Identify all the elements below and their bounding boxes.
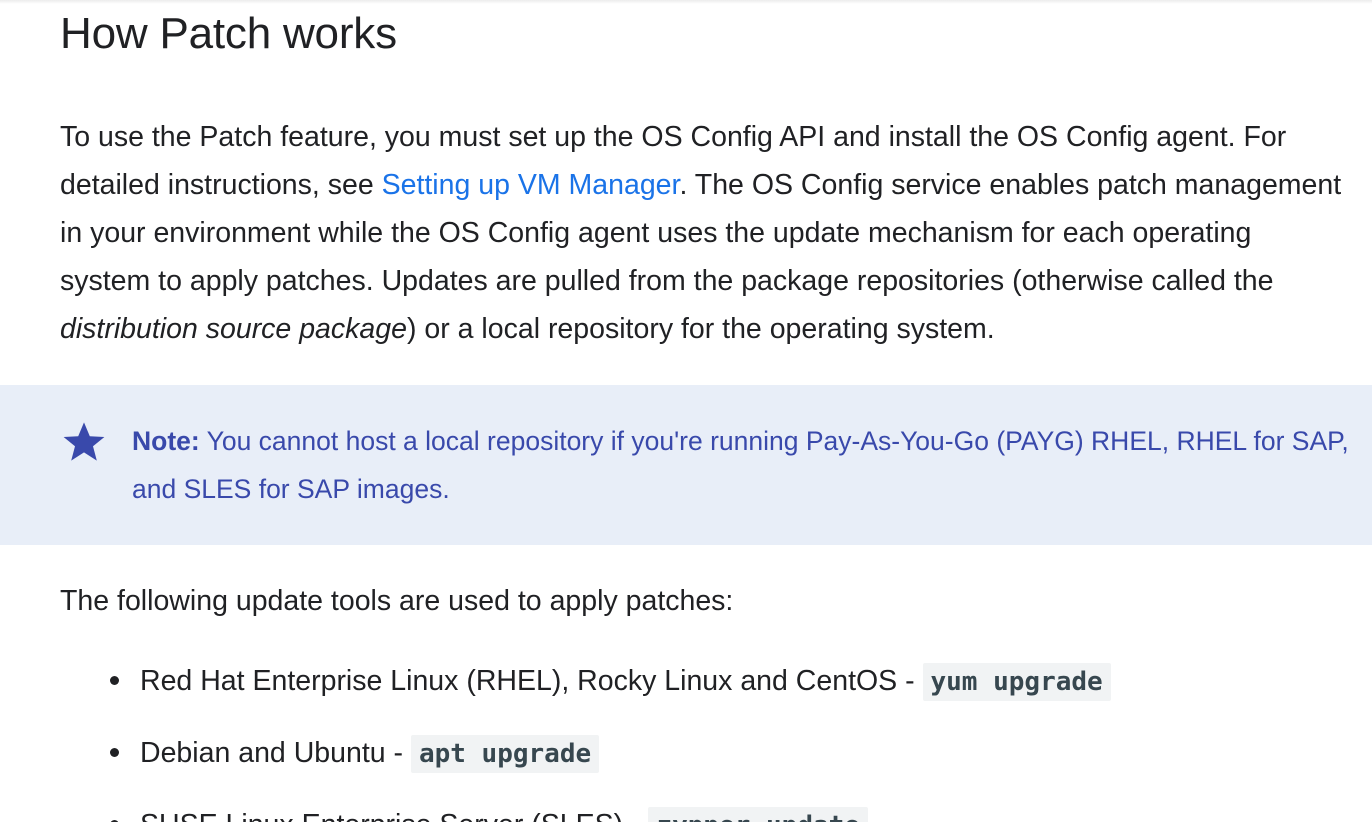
tools-intro-text: The following update tools are used to a… bbox=[60, 585, 734, 617]
intro-line-2-rest: . The OS Config service enables patch ma… bbox=[679, 169, 1342, 201]
bullet-icon bbox=[110, 675, 119, 685]
distribution-source-package-term: distribution source package bbox=[60, 313, 407, 345]
command-code: zypper update bbox=[648, 807, 868, 822]
note-label: Note: bbox=[132, 426, 200, 456]
star-icon bbox=[63, 422, 105, 461]
list-item-os: Debian and Ubuntu - bbox=[140, 737, 411, 769]
top-scroll-shadow bbox=[0, 0, 1372, 4]
list-item-debian: Debian and Ubuntu - apt upgrade bbox=[110, 729, 600, 778]
list-item-sles: SUSE Linux Enterprise Server (SLES) - zy… bbox=[110, 801, 868, 822]
intro-line-5-rest: ) or a local repository for the operatin… bbox=[406, 313, 995, 345]
intro-paragraph: To use the Patch feature, you must set u… bbox=[60, 113, 1372, 353]
note-callout: Note: You cannot host a local repository… bbox=[0, 385, 1372, 545]
list-item-os: Red Hat Enterprise Linux (RHEL), Rocky L… bbox=[140, 665, 923, 697]
bullet-icon bbox=[110, 747, 119, 757]
note-text: Note: You cannot host a local repository… bbox=[132, 417, 1372, 513]
list-item-os: SUSE Linux Enterprise Server (SLES) - bbox=[140, 809, 648, 822]
intro-line-5: distribution source package) or a local … bbox=[60, 305, 1372, 353]
command-code: yum upgrade bbox=[922, 663, 1111, 701]
command-code: apt upgrade bbox=[410, 735, 600, 773]
note-line-2: and SLES for SAP images. bbox=[132, 474, 450, 504]
setting-up-vm-manager-link[interactable]: Setting up VM Manager bbox=[382, 169, 680, 201]
intro-line-1: To use the Patch feature, you must set u… bbox=[60, 121, 1287, 153]
intro-line-3: in your environment while the OS Config … bbox=[60, 217, 1252, 249]
intro-line-4: system to apply patches. Updates are pul… bbox=[60, 265, 1274, 297]
intro-line-2-text: detailed instructions, see bbox=[60, 169, 382, 201]
note-line-1-text: You cannot host a local repository if yo… bbox=[199, 426, 1349, 456]
note-line-1: Note: You cannot host a local repository… bbox=[132, 417, 1372, 465]
section-heading: How Patch works bbox=[60, 9, 397, 58]
list-item-rhel: Red Hat Enterprise Linux (RHEL), Rocky L… bbox=[110, 657, 1111, 706]
intro-line-2: detailed instructions, see Setting up VM… bbox=[60, 161, 1372, 209]
